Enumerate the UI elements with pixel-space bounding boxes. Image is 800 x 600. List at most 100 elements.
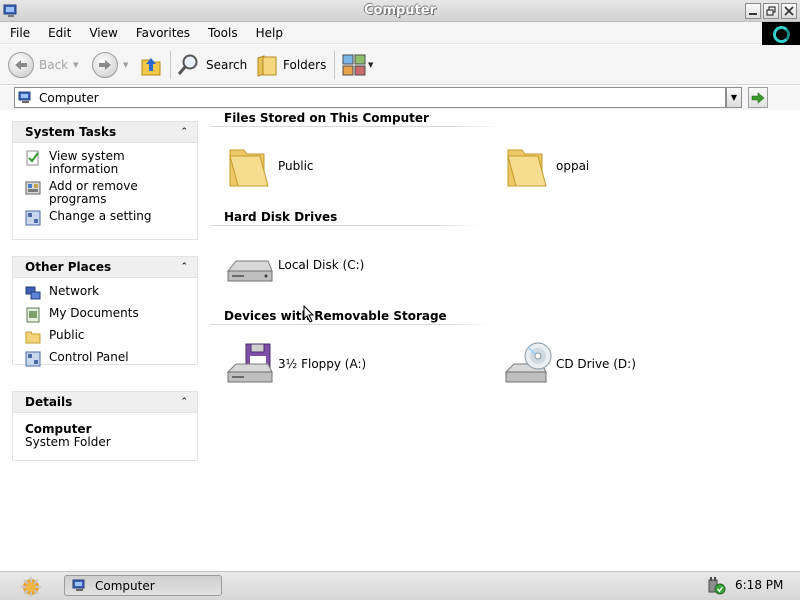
group-divider — [210, 225, 480, 226]
menu-file[interactable]: File — [0, 26, 38, 40]
title-bar: Computer — [0, 0, 800, 22]
folder-up-icon — [141, 58, 161, 76]
computer-icon — [18, 91, 31, 103]
go-button[interactable] — [748, 87, 768, 108]
back-button[interactable]: Back ▼ — [8, 45, 79, 85]
item-label: oppai — [556, 159, 590, 173]
panel-title: Other Places — [25, 260, 112, 274]
collapse-icon[interactable]: ⌃ — [180, 127, 187, 137]
address-input[interactable]: Computer — [14, 87, 726, 108]
menu-view[interactable]: View — [79, 26, 125, 40]
control-panel-icon — [25, 210, 41, 226]
back-dropdown-icon[interactable]: ▼ — [73, 61, 78, 69]
place-control-panel[interactable]: Control Panel — [25, 351, 197, 367]
details-panel: Details ⌃ Computer System Folder — [12, 391, 198, 461]
menu-tools[interactable]: Tools — [198, 26, 246, 40]
system-tasks-header[interactable]: System Tasks ⌃ — [13, 122, 197, 143]
taskbar-window-computer[interactable]: Computer — [64, 575, 222, 596]
activity-throbber — [762, 22, 800, 46]
toolbar: Back ▼ ▼ Search Folders ▼ — [0, 45, 800, 85]
power-plug-icon[interactable] — [706, 577, 726, 595]
minimize-button[interactable] — [745, 3, 761, 19]
place-network[interactable]: Network — [25, 285, 197, 301]
close-button[interactable] — [781, 3, 797, 19]
restore-icon — [766, 6, 776, 16]
collapse-icon[interactable]: ⌃ — [180, 262, 187, 272]
group-header-removable: Devices with Removable Storage — [210, 308, 490, 328]
forward-dropdown-icon[interactable]: ▼ — [123, 61, 128, 69]
cd-drive-icon — [504, 342, 552, 383]
search-label: Search — [206, 58, 248, 72]
forward-arrow-icon — [92, 52, 118, 78]
start-menu-icon[interactable] — [20, 576, 42, 597]
computer-icon — [72, 579, 85, 591]
restore-button[interactable] — [763, 3, 779, 19]
drive-item-local-disk[interactable]: Local Disk (C:) — [224, 241, 364, 289]
details-header[interactable]: Details ⌃ — [13, 392, 197, 413]
panel-title: Details — [25, 395, 73, 409]
folders-button[interactable]: Folders — [256, 45, 326, 85]
group-divider — [210, 126, 498, 127]
other-places-header[interactable]: Other Places ⌃ — [13, 257, 197, 278]
floppy-drive-icon — [226, 343, 273, 383]
up-button[interactable] — [138, 45, 164, 85]
task-change-setting[interactable]: Change a setting — [25, 210, 197, 226]
taskbar: Computer 6:18 PM — [0, 571, 800, 600]
folders-label: Folders — [283, 58, 327, 72]
task-add-remove-programs[interactable]: Add or remove programs — [25, 180, 197, 206]
item-label: Public — [278, 159, 314, 173]
go-arrow-icon — [751, 91, 765, 104]
drive-item-floppy[interactable]: 3½ Floppy (A:) — [224, 340, 366, 388]
item-label: 3½ Floppy (A:) — [278, 357, 367, 371]
menu-help[interactable]: Help — [246, 26, 291, 40]
back-label: Back — [39, 58, 69, 72]
place-label: Control Panel — [49, 350, 129, 364]
panel-title: System Tasks — [25, 125, 117, 139]
place-label: My Documents — [49, 306, 139, 320]
item-label: CD Drive (D:) — [556, 357, 636, 371]
task-view-system-information[interactable]: View system information — [25, 150, 197, 176]
place-my-documents[interactable]: My Documents — [25, 307, 197, 323]
mouse-cursor-icon — [303, 305, 315, 323]
details-type: System Folder — [25, 435, 111, 449]
network-icon — [25, 286, 41, 300]
throbber-icon — [772, 25, 790, 43]
toolbar-separator — [170, 51, 171, 79]
folder-item-public[interactable]: Public — [224, 142, 314, 190]
place-public[interactable]: Public — [25, 329, 197, 345]
place-label: Network — [49, 284, 100, 298]
views-dropdown-icon[interactable]: ▼ — [368, 61, 373, 69]
close-icon — [784, 6, 794, 16]
task-label: Change a setting — [49, 209, 152, 223]
group-title: Devices with Removable Storage — [224, 309, 447, 323]
drive-item-cd[interactable]: CD Drive (D:) — [502, 340, 636, 388]
menu-edit[interactable]: Edit — [38, 26, 79, 40]
views-button[interactable]: ▼ — [342, 45, 373, 85]
group-title: Files Stored on This Computer — [224, 111, 429, 125]
collapse-icon[interactable]: ⌃ — [180, 397, 187, 407]
back-arrow-icon — [8, 52, 34, 78]
taskbar-window-label: Computer — [95, 578, 155, 593]
menu-bar: File Edit View Favorites Tools Help — [0, 22, 800, 44]
search-icon — [177, 54, 198, 75]
address-bar: Computer ▼ — [0, 86, 800, 110]
clock: 6:18 PM — [735, 578, 784, 592]
place-label: Public — [49, 328, 85, 342]
task-label: Add or remove programs — [49, 179, 138, 206]
forward-button[interactable]: ▼ — [92, 45, 128, 85]
chevron-down-icon: ▼ — [730, 93, 738, 102]
folder-icon — [25, 331, 41, 344]
folder-item-oppai[interactable]: oppai — [502, 142, 589, 190]
check-doc-icon — [26, 150, 39, 166]
other-places-panel: Other Places ⌃ Network My Documents Publ… — [12, 256, 198, 367]
address-value: Computer — [39, 90, 99, 105]
menu-favorites[interactable]: Favorites — [126, 26, 198, 40]
hard-disk-icon — [226, 260, 273, 282]
address-dropdown-button[interactable]: ▼ — [726, 87, 742, 108]
control-panel-icon — [25, 351, 41, 367]
programs-icon — [25, 181, 41, 195]
search-button[interactable]: Search — [177, 45, 247, 85]
group-divider — [210, 324, 490, 325]
group-header-files: Files Stored on This Computer — [210, 110, 498, 130]
window-title: Computer — [363, 3, 437, 18]
